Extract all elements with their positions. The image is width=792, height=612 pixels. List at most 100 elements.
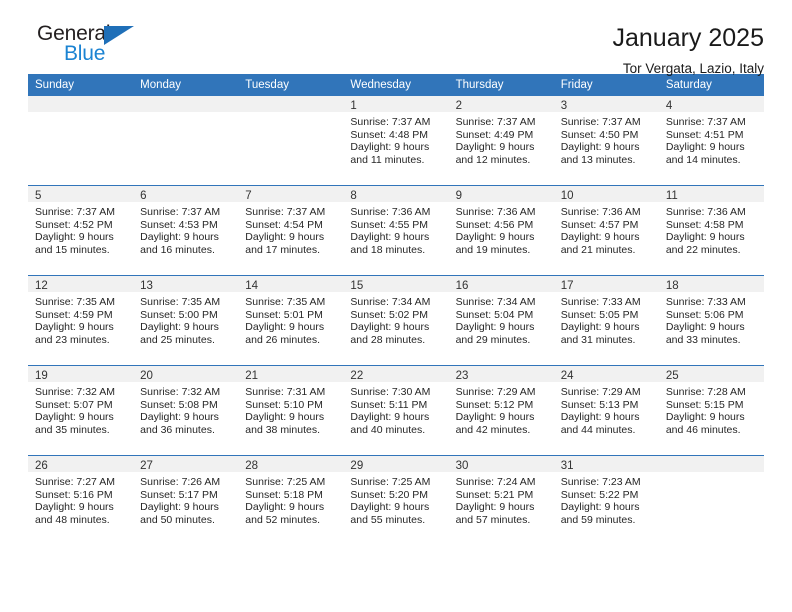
day-info-daylight-line1: Daylight: 9 hours (560, 501, 640, 514)
calendar-day-cell[interactable]: 16 Sunrise: 7:34 AM Sunset: 5:04 PM Dayligh… (448, 275, 554, 366)
calendar-day-cell[interactable]: 31 Sunrise: 7:23 AM Sunset: 5:22 PM Dayligh… (553, 455, 659, 545)
day-info: Sunrise: 7:37 AM Sunset: 4:49 PM Daylight:… (449, 112, 554, 166)
day-info-sunset: Sunset: 5:04 PM (455, 308, 534, 321)
calendar-day-cell[interactable]: 14 Sunrise: 7:35 AM Sunset: 5:01 PM Dayligh… (238, 275, 344, 366)
day-info-sunset: Sunset: 4:59 PM (35, 308, 113, 321)
day-info-daylight-line1: Daylight: 9 hours (350, 231, 430, 244)
calendar-day-cell[interactable]: 29 Sunrise: 7:25 AM Sunset: 5:20 PM Dayligh… (343, 455, 449, 545)
day-number: 30 (448, 456, 554, 472)
calendar-cell-empty (28, 96, 134, 186)
day-info-daylight-line1: Daylight: 9 hours (350, 321, 430, 334)
day-info-sunset: Sunset: 5:00 PM (140, 308, 218, 321)
day-info-daylight-line2: and 44 minutes. (560, 423, 636, 436)
calendar-day-cell[interactable]: 24 Sunrise: 7:29 AM Sunset: 5:13 PM Dayligh… (553, 365, 659, 456)
day-info-sunset: Sunset: 4:48 PM (350, 128, 429, 141)
day-info-daylight-line1: Daylight: 9 hours (35, 231, 114, 244)
day-number: 19 (28, 366, 134, 382)
logo-text-blue: Blue (64, 42, 106, 65)
calendar-day-cell[interactable]: 3 Sunrise: 7:37 AM Sunset: 4:50 PM Daylight… (553, 96, 659, 186)
day-info: Sunrise: 7:35 AM Sunset: 5:00 PM Daylight:… (133, 292, 238, 346)
calendar-day-cell[interactable]: 8 Sunrise: 7:36 AM Sunset: 4:55 PM Daylight… (343, 185, 449, 276)
day-info-sunset: Sunset: 5:10 PM (245, 398, 323, 411)
weekday-header-saturday: Saturday (658, 74, 764, 96)
day-info-sunrise: Sunrise: 7:37 AM (665, 116, 746, 128)
calendar-day-cell[interactable]: 10 Sunrise: 7:36 AM Sunset: 4:57 PM Dayligh… (553, 185, 659, 276)
day-info: Sunrise: 7:27 AM Sunset: 5:16 PM Daylight:… (28, 472, 133, 526)
day-info-daylight-line2: and 13 minutes. (560, 153, 636, 166)
generalblue-logo: General Blue (28, 22, 158, 70)
calendar-day-cell[interactable]: 25 Sunrise: 7:28 AM Sunset: 5:15 PM Dayligh… (658, 365, 764, 456)
weekday-header-sunday: Sunday (28, 74, 134, 96)
day-number: 28 (238, 456, 344, 472)
calendar-day-cell[interactable]: 26 Sunrise: 7:27 AM Sunset: 5:16 PM Dayligh… (28, 455, 134, 545)
calendar-cell-empty (658, 455, 764, 545)
calendar-day-cell[interactable]: 23 Sunrise: 7:29 AM Sunset: 5:12 PM Dayligh… (448, 365, 554, 456)
calendar-day-cell[interactable]: 13 Sunrise: 7:35 AM Sunset: 5:00 PM Dayligh… (133, 275, 239, 366)
day-info-daylight-line1: Daylight: 9 hours (140, 231, 219, 244)
day-info-daylight-line2: and 55 minutes. (350, 513, 426, 526)
calendar-day-cell[interactable]: 15 Sunrise: 7:34 AM Sunset: 5:02 PM Dayligh… (343, 275, 449, 366)
day-info-sunset: Sunset: 4:58 PM (665, 218, 744, 231)
day-info-daylight-line2: and 48 minutes. (35, 513, 110, 526)
day-info-sunrise: Sunrise: 7:37 AM (350, 116, 431, 128)
day-info-daylight-line1: Daylight: 9 hours (245, 411, 325, 424)
day-info-daylight-line2: and 38 minutes. (245, 423, 320, 436)
calendar-day-cell[interactable]: 12 Sunrise: 7:35 AM Sunset: 4:59 PM Dayligh… (28, 275, 134, 366)
calendar-day-cell[interactable]: 2 Sunrise: 7:37 AM Sunset: 4:49 PM Daylight… (448, 96, 554, 186)
day-info-daylight-line1: Daylight: 9 hours (140, 321, 219, 334)
day-info: Sunrise: 7:37 AM Sunset: 4:50 PM Daylight:… (554, 112, 659, 166)
calendar-day-cell[interactable]: 19 Sunrise: 7:32 AM Sunset: 5:07 PM Dayligh… (28, 365, 134, 456)
day-info-sunrise: Sunrise: 7:34 AM (455, 296, 536, 308)
calendar-day-cell[interactable]: 9 Sunrise: 7:36 AM Sunset: 4:56 PM Daylight… (448, 185, 554, 276)
day-info-sunset: Sunset: 4:57 PM (560, 218, 639, 231)
day-info-daylight-line1: Daylight: 9 hours (455, 231, 535, 244)
day-info-daylight-line2: and 12 minutes. (455, 153, 531, 166)
day-number (238, 96, 344, 112)
day-number (658, 456, 764, 472)
day-info-daylight-line1: Daylight: 9 hours (665, 141, 745, 154)
day-info-sunrise: Sunrise: 7:24 AM (455, 476, 536, 488)
day-info-daylight-line2: and 46 minutes. (665, 423, 741, 436)
day-info-sunrise: Sunrise: 7:32 AM (35, 386, 115, 398)
calendar-day-cell[interactable]: 11 Sunrise: 7:36 AM Sunset: 4:58 PM Dayligh… (658, 185, 764, 276)
calendar-day-cell[interactable]: 5 Sunrise: 7:37 AM Sunset: 4:52 PM Daylight… (28, 185, 134, 276)
day-info-daylight-line1: Daylight: 9 hours (665, 411, 745, 424)
calendar-day-cell[interactable]: 30 Sunrise: 7:24 AM Sunset: 5:21 PM Dayligh… (448, 455, 554, 545)
day-info-sunset: Sunset: 5:20 PM (350, 488, 429, 501)
day-number: 4 (658, 96, 764, 112)
calendar-day-cell[interactable]: 1 Sunrise: 7:37 AM Sunset: 4:48 PM Daylight… (343, 96, 449, 186)
day-info: Sunrise: 7:35 AM Sunset: 5:01 PM Daylight:… (238, 292, 343, 346)
day-info: Sunrise: 7:34 AM Sunset: 5:04 PM Daylight:… (449, 292, 554, 346)
day-info-sunset: Sunset: 5:15 PM (665, 398, 744, 411)
calendar-day-cell[interactable]: 4 Sunrise: 7:37 AM Sunset: 4:51 PM Daylight… (658, 96, 764, 186)
calendar-day-cell[interactable]: 18 Sunrise: 7:33 AM Sunset: 5:06 PM Dayligh… (658, 275, 764, 366)
calendar-day-cell[interactable]: 7 Sunrise: 7:37 AM Sunset: 4:54 PM Daylight… (238, 185, 344, 276)
day-info-sunrise: Sunrise: 7:37 AM (455, 116, 536, 128)
calendar-day-cell[interactable]: 27 Sunrise: 7:26 AM Sunset: 5:17 PM Dayligh… (133, 455, 239, 545)
day-number: 27 (133, 456, 239, 472)
day-number: 13 (133, 276, 239, 292)
calendar-day-cell[interactable]: 28 Sunrise: 7:25 AM Sunset: 5:18 PM Dayligh… (238, 455, 344, 545)
calendar-day-cell[interactable]: 17 Sunrise: 7:33 AM Sunset: 5:05 PM Dayligh… (553, 275, 659, 366)
day-info: Sunrise: 7:28 AM Sunset: 5:15 PM Daylight:… (659, 382, 764, 436)
day-info-daylight-line1: Daylight: 9 hours (665, 321, 745, 334)
calendar-week-row: 26 Sunrise: 7:27 AM Sunset: 5:16 PM Dayligh… (28, 455, 764, 545)
calendar-day-cell[interactable]: 20 Sunrise: 7:32 AM Sunset: 5:08 PM Dayligh… (133, 365, 239, 456)
day-info: Sunrise: 7:23 AM Sunset: 5:22 PM Daylight:… (554, 472, 659, 526)
calendar-day-cell[interactable]: 6 Sunrise: 7:37 AM Sunset: 4:53 PM Daylight… (133, 185, 239, 276)
calendar-body: 1 Sunrise: 7:37 AM Sunset: 4:48 PM Daylight… (28, 96, 764, 545)
day-info-daylight-line2: and 57 minutes. (455, 513, 531, 526)
day-info-daylight-line1: Daylight: 9 hours (245, 501, 325, 514)
day-number: 8 (343, 186, 449, 202)
day-info: Sunrise: 7:32 AM Sunset: 5:08 PM Daylight:… (133, 382, 238, 436)
day-info-daylight-line2: and 16 minutes. (140, 243, 215, 256)
day-info-daylight-line1: Daylight: 9 hours (245, 321, 325, 334)
day-info-sunrise: Sunrise: 7:27 AM (35, 476, 115, 488)
day-info-sunset: Sunset: 4:54 PM (245, 218, 323, 231)
calendar-day-cell[interactable]: 22 Sunrise: 7:30 AM Sunset: 5:11 PM Dayligh… (343, 365, 449, 456)
calendar-day-cell[interactable]: 21 Sunrise: 7:31 AM Sunset: 5:10 PM Dayligh… (238, 365, 344, 456)
day-info-daylight-line2: and 17 minutes. (245, 243, 320, 256)
day-info-daylight-line2: and 35 minutes. (35, 423, 110, 436)
day-info-sunset: Sunset: 5:13 PM (560, 398, 639, 411)
title-block: January 2025 Tor Vergata, Lazio, Italy (612, 22, 764, 76)
